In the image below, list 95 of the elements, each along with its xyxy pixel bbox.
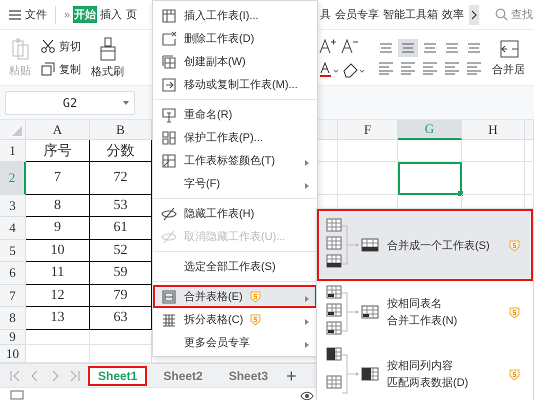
table-cell: 序号 (26, 140, 90, 162)
vip-badge-icon (508, 368, 521, 381)
vip-badge-icon (508, 239, 521, 252)
ribbon-tab[interactable]: 页 (125, 6, 138, 23)
row-header[interactable]: 7 (0, 285, 26, 307)
hide-icon (161, 206, 177, 222)
hide-icon (161, 228, 177, 244)
menu-item[interactable]: 隐藏工作表(H) (153, 202, 317, 225)
table-cell: 8 (26, 195, 90, 217)
submenu-arrow-icon (305, 183, 309, 189)
ribbon-tab[interactable]: 效率 (441, 6, 465, 23)
ribbon-tab[interactable]: 会员专享 (334, 6, 380, 23)
column-header[interactable]: B (90, 120, 152, 140)
menu-item[interactable]: 字号(F) (153, 172, 317, 195)
scissors-icon[interactable] (41, 39, 55, 53)
eraser-icon[interactable] (343, 62, 365, 78)
table-cell: 10 (26, 240, 90, 262)
menu-item[interactable]: 更多会员专享 (153, 331, 317, 354)
sheet-tab[interactable]: Sheet2 (153, 366, 213, 386)
submenu-label: 按相同表名 (387, 297, 443, 311)
ribbon-tab[interactable]: 具 (319, 6, 332, 23)
submenu-arrow-icon (305, 342, 309, 348)
row-header[interactable]: 4 (0, 217, 26, 240)
chevron-right-icon[interactable] (469, 4, 479, 24)
search-button[interactable]: 查找 (510, 6, 534, 23)
table-cell: 11 (26, 262, 90, 285)
font-shrink-icon[interactable] (341, 38, 359, 54)
submenu-arrow-icon (305, 296, 309, 302)
row-header[interactable]: 3 (0, 195, 26, 217)
ribbon-tab[interactable]: 智能工具箱 (382, 6, 439, 23)
more-tabs[interactable]: » (63, 8, 72, 22)
submenu-arrow-icon (305, 319, 309, 325)
submenu-label: 按相同列内容 (387, 358, 454, 373)
copy-icon[interactable] (41, 62, 55, 76)
row-header[interactable]: 1 (0, 140, 26, 162)
menu-item[interactable]: 插入工作表(I)... (153, 4, 317, 27)
submenu-label: 合并成一个工作表(S) (387, 238, 490, 252)
active-cell[interactable] (398, 162, 462, 195)
add-sheet-button[interactable]: + (286, 366, 297, 384)
table-merge-icon (161, 288, 177, 304)
table-cell: 12 (26, 285, 90, 307)
table-cell: 9 (26, 217, 90, 240)
screen-icon[interactable] (10, 390, 24, 400)
copy-button[interactable]: 复制 (59, 62, 81, 76)
menu-item[interactable]: 工作表标签颜色(T) (153, 149, 317, 172)
menu-item[interactable]: 拆分表格(C) (153, 308, 317, 331)
menu-item[interactable]: 合并表格(E) (153, 285, 317, 308)
name-box[interactable]: G2 (5, 90, 135, 114)
merge-cells-icon[interactable] (498, 38, 518, 58)
column-header[interactable]: F (338, 120, 398, 140)
rename-icon (161, 106, 177, 122)
tab-color-icon (161, 152, 177, 168)
row-header[interactable]: 8 (0, 307, 26, 330)
menu-item[interactable]: 保护工作表(P)... (153, 126, 317, 149)
submenu-label: 匹配两表数据(D) (387, 376, 468, 390)
table-cell: 13 (26, 307, 90, 330)
submenu-arrow-icon (305, 160, 309, 166)
vip-badge-icon (249, 313, 262, 326)
row-header[interactable]: 10 (0, 345, 26, 363)
format-painter-button[interactable]: 格式刷 (91, 64, 124, 78)
menu-item[interactable]: 选定全部工作表(S) (153, 255, 317, 278)
submenu-item[interactable]: 合并成一个工作表(S) (317, 209, 533, 281)
align-icon[interactable] (398, 38, 418, 56)
column-header[interactable]: H (462, 120, 525, 140)
column-header[interactable]: A (26, 120, 90, 140)
menu-item[interactable]: 移动或复制工作表(M)... (153, 73, 317, 96)
vip-badge-icon (508, 306, 521, 319)
submenu-label: 合并工作表(N) (387, 314, 458, 328)
vip-badge-icon (248, 290, 262, 303)
cut-button[interactable]: 剪切 (59, 38, 81, 54)
ribbon-tab[interactable]: 插入 (99, 6, 124, 23)
sheet-tab[interactable]: Sheet3 (218, 366, 278, 386)
sheet-copy-icon (161, 54, 177, 70)
submenu-item[interactable]: 按相同列内容 匹配两表数据(D) (317, 343, 533, 400)
submenu-item[interactable]: 按相同表名 合并工作表(N) (317, 281, 533, 343)
row-header[interactable]: 9 (0, 330, 26, 345)
protect-icon (161, 130, 177, 146)
table-split-icon (161, 312, 177, 328)
menu-item[interactable]: 创建副本(W) (153, 50, 317, 73)
menu-item[interactable]: 重命名(R) (153, 103, 317, 126)
sheet-delete-icon (161, 30, 177, 46)
table-cell: 7 (26, 162, 90, 195)
row-header[interactable]: 5 (0, 240, 26, 262)
brush-icon[interactable] (98, 36, 116, 60)
merge-center-button[interactable]: 合并居 (492, 62, 525, 76)
menu-item[interactable]: 删除工作表(D) (153, 27, 317, 50)
row-header[interactable]: 6 (0, 262, 26, 285)
eye-icon[interactable] (300, 391, 314, 400)
font-color-icon[interactable] (319, 62, 339, 78)
font-grow-icon[interactable] (319, 38, 337, 54)
sheet-add-icon (161, 8, 177, 24)
sheet-move-icon (161, 76, 177, 92)
menu-tab[interactable]: 文件 (24, 6, 48, 23)
menu-icon[interactable] (8, 8, 22, 20)
search-icon[interactable] (495, 8, 508, 21)
